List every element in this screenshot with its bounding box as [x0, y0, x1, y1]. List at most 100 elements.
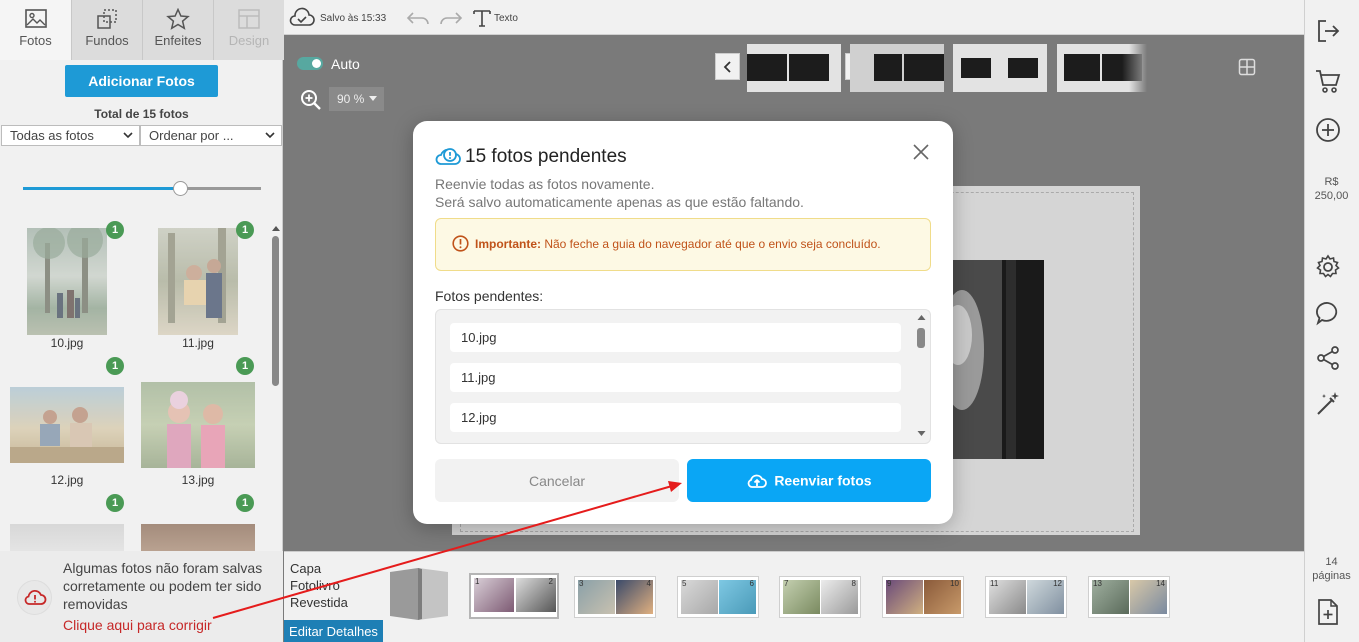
spread-left-number: 5 — [682, 579, 687, 588]
text-tool-icon[interactable] — [472, 8, 492, 28]
grid-icon[interactable] — [1238, 58, 1256, 76]
upload-count-badge: 1 — [106, 494, 124, 512]
scroll-up-icon[interactable] — [271, 224, 281, 232]
image-icon — [24, 9, 47, 28]
save-status: Salvo às 15:33 — [320, 13, 387, 24]
cart-icon[interactable] — [1315, 68, 1341, 94]
spread-right-number: 6 — [749, 579, 754, 588]
list-item: 11.jpg — [450, 363, 901, 392]
photos-scrollbar[interactable] — [272, 236, 279, 386]
list-item: 10.jpg — [450, 323, 901, 352]
cloud-error-icon — [24, 589, 46, 605]
cloud-check-icon — [289, 7, 315, 26]
upload-count-badge: 1 — [236, 221, 254, 239]
top-toolbar — [284, 0, 1304, 35]
spread-right-number: 2 — [548, 577, 553, 586]
tab-design[interactable]: Design — [213, 0, 284, 60]
tab-stickers-label: Enfeites — [154, 33, 202, 48]
book-cover-icon — [390, 568, 448, 620]
photo-image — [167, 391, 225, 468]
zoom-in-icon[interactable] — [300, 89, 322, 111]
pending-list-label: Fotos pendentes: — [435, 288, 544, 304]
layout-option[interactable] — [1057, 44, 1147, 92]
fix-photos-link[interactable]: Clique aqui para corrigir — [63, 617, 212, 633]
layout-icon — [238, 9, 260, 29]
sort-value: Ordenar por ... — [149, 128, 234, 143]
add-page-icon[interactable] — [1315, 598, 1341, 626]
spread-left-number: 7 — [784, 579, 789, 588]
scroll-down-icon[interactable] — [917, 430, 926, 437]
resend-label: Reenviar fotos — [774, 472, 872, 489]
photo-name: 12.jpg — [50, 473, 84, 487]
spread-right-number: 8 — [851, 579, 856, 588]
list-scrollbar[interactable] — [917, 328, 925, 348]
photo-total: Total de 15 fotos — [94, 107, 189, 121]
spread-thumbnail[interactable]: 13 14 — [1088, 576, 1170, 618]
filter-select[interactable]: Todas as fotos — [1, 125, 140, 146]
spread-right-number: 10 — [950, 579, 959, 588]
warning-circle-icon — [452, 235, 469, 252]
edit-details-button[interactable]: Editar Detalhes — [284, 620, 383, 642]
spread-left-number: 11 — [990, 579, 999, 588]
gear-icon[interactable] — [1315, 254, 1341, 280]
spread-thumbnail-selected[interactable]: 1 2 — [469, 573, 559, 619]
chevron-down-icon — [265, 132, 275, 139]
photo-thumbnail[interactable] — [141, 382, 255, 468]
exit-icon[interactable] — [1315, 18, 1341, 44]
caret-down-icon — [369, 96, 377, 101]
photo-thumbnail[interactable] — [158, 228, 238, 335]
spread-thumbnail[interactable]: 9 10 — [882, 576, 964, 618]
scroll-up-icon[interactable] — [917, 314, 926, 321]
spread-thumbnail[interactable]: 3 4 — [574, 576, 656, 618]
resend-photos-button[interactable]: Reenviar fotos — [687, 459, 931, 502]
add-icon[interactable] — [1315, 117, 1341, 143]
share-icon[interactable] — [1315, 345, 1341, 371]
spread-right-number: 14 — [1156, 579, 1165, 588]
cover-line: Fotolivro — [290, 578, 340, 593]
photo-thumbnail[interactable] — [10, 387, 124, 463]
tab-photos[interactable]: Fotos — [0, 0, 71, 60]
layout-option[interactable] — [850, 44, 944, 92]
alert-message: Importante: Não feche a guia do navegado… — [475, 237, 881, 251]
photo-image — [168, 228, 226, 323]
layout-option[interactable] — [953, 44, 1047, 92]
magic-wand-icon[interactable] — [1315, 391, 1341, 417]
filter-value: Todas as fotos — [10, 128, 94, 143]
add-photos-button[interactable]: Adicionar Fotos — [65, 65, 218, 97]
photo-thumbnail[interactable] — [10, 524, 124, 551]
spread-right-number: 4 — [646, 579, 651, 588]
upload-count-badge: 1 — [106, 221, 124, 239]
cloud-upload-icon — [748, 474, 768, 488]
tab-backgrounds[interactable]: Fundos — [71, 0, 142, 60]
thumb-size-slider-handle[interactable] — [173, 181, 188, 196]
cancel-button[interactable]: Cancelar — [435, 459, 679, 502]
auto-label: Auto — [331, 56, 360, 72]
photo-image — [10, 407, 124, 463]
close-icon[interactable] — [912, 143, 930, 161]
photo-name: 13.jpg — [181, 473, 215, 487]
spread-thumbnail[interactable]: 11 12 — [985, 576, 1067, 618]
spread-thumbnail[interactable]: 7 8 — [779, 576, 861, 618]
layout-option[interactable] — [747, 44, 841, 92]
chat-icon[interactable] — [1315, 300, 1341, 326]
photo-thumbnail[interactable] — [27, 228, 107, 335]
text-tool-label[interactable]: Texto — [494, 13, 518, 24]
spread-left-number: 13 — [1093, 579, 1102, 588]
spread-photo[interactable] — [944, 260, 1044, 459]
zoom-select[interactable]: 90 % — [329, 87, 384, 111]
chevron-down-icon — [123, 132, 133, 139]
tab-backgrounds-label: Fundos — [85, 33, 129, 48]
redo-icon[interactable] — [438, 9, 464, 27]
sort-select[interactable]: Ordenar por ... — [140, 125, 282, 146]
page-count: 14 — [1325, 556, 1338, 568]
cloud-alert-icon — [435, 148, 461, 165]
layout-prev-button[interactable] — [715, 53, 740, 80]
spread-left-number: 9 — [887, 579, 892, 588]
photo-thumbnail[interactable] — [141, 524, 255, 551]
tab-stickers[interactable]: Enfeites — [142, 0, 213, 60]
cover-line: Revestida — [290, 595, 348, 610]
undo-icon[interactable] — [405, 9, 431, 27]
spread-thumbnail[interactable]: 5 6 — [677, 576, 759, 618]
photo-name: 11.jpg — [182, 336, 214, 350]
upload-count-badge: 1 — [236, 357, 254, 375]
